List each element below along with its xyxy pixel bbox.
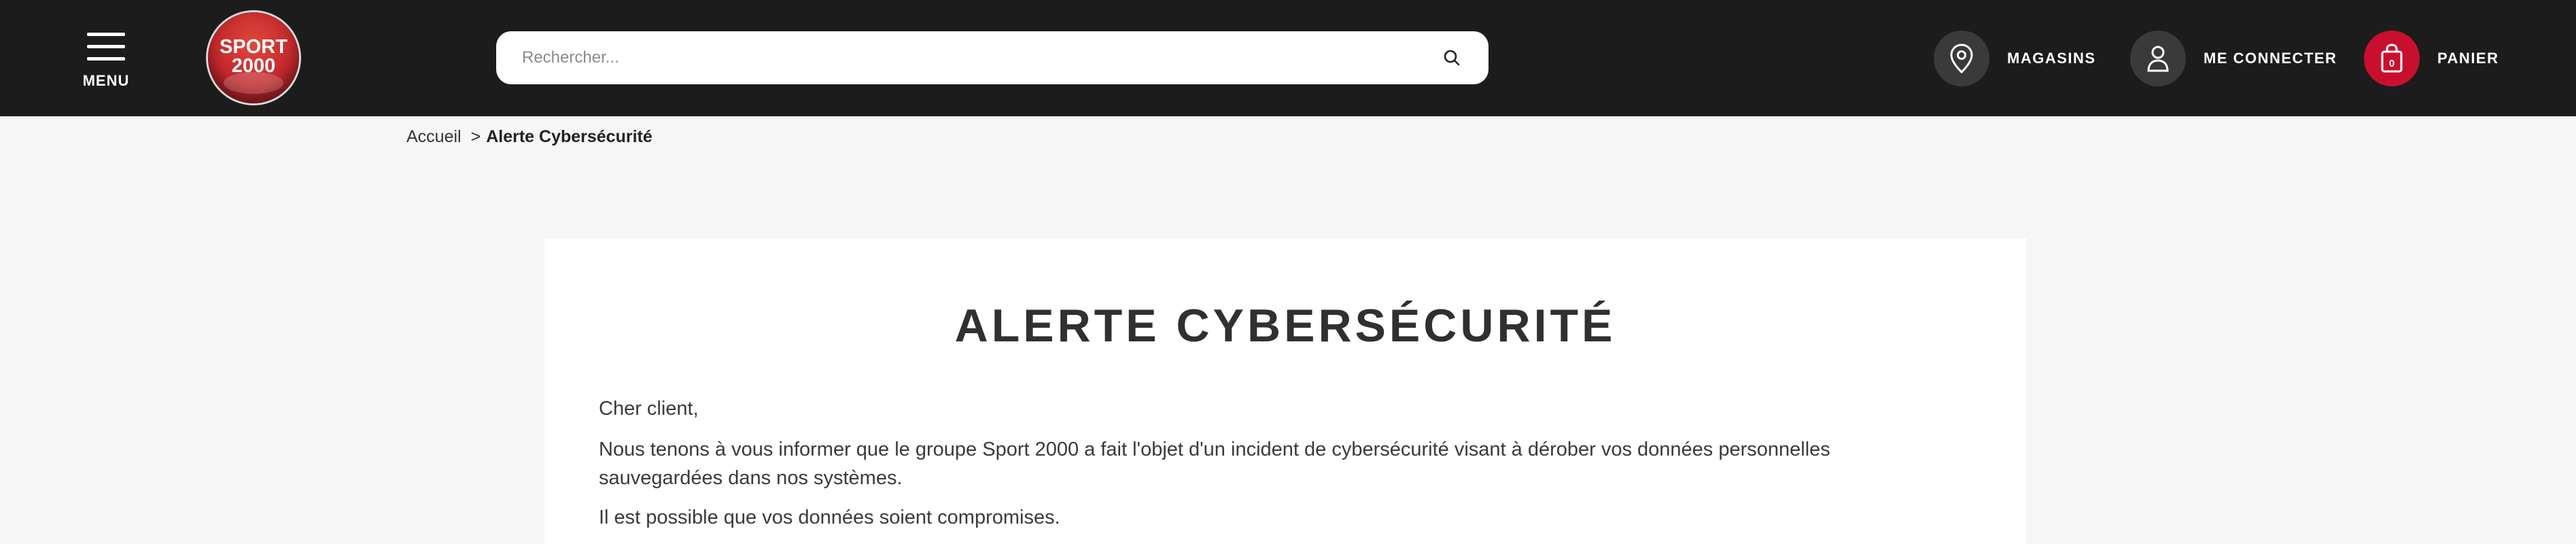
content-card: ALERTE CYBERSÉCURITÉ Cher client, Nous t…: [544, 238, 2026, 544]
breadcrumb-home-link[interactable]: Accueil: [406, 127, 462, 146]
search-icon: [1444, 50, 1460, 66]
site-header: MENU SPORT 2000 MAGASINS: [0, 0, 2576, 116]
breadcrumb-separator: >: [470, 127, 481, 146]
menu-label: MENU: [82, 72, 130, 89]
breadcrumb-current: Alerte Cybersécurité: [486, 127, 652, 146]
stores-icon-circle[interactable]: [1934, 31, 1989, 86]
sport-2000-logo[interactable]: SPORT 2000: [208, 12, 299, 103]
cart-link[interactable]: 0 PANIER: [2364, 30, 2499, 87]
search-bar: [496, 31, 1489, 84]
stores-label: MAGASINS: [2007, 50, 2096, 67]
paragraph-incident: Nous tenons à vous informer que le group…: [599, 439, 1830, 489]
login-link[interactable]: ME CONNECTER: [2130, 30, 2337, 87]
user-icon: [2147, 46, 2169, 72]
cart-count: 0: [2389, 58, 2395, 69]
search-input[interactable]: [521, 48, 1431, 68]
page-title: ALERTE CYBERSÉCURITÉ: [954, 300, 1616, 352]
paragraph-compromise: Il est possible que vos données soient c…: [599, 507, 1060, 528]
logo-text-2000: 2000: [232, 55, 276, 77]
login-icon-circle[interactable]: [2130, 31, 2186, 86]
shopping-bag-icon: 0: [2381, 44, 2403, 73]
hamburger-icon[interactable]: [87, 33, 125, 61]
search-button[interactable]: [1431, 37, 1472, 78]
map-pin-icon: [1950, 44, 1973, 74]
cart-label: PANIER: [2437, 50, 2499, 67]
stores-link[interactable]: MAGASINS: [1934, 30, 2096, 87]
login-label: ME CONNECTER: [2204, 50, 2337, 67]
logo-graphic: SPORT 2000: [220, 36, 288, 94]
breadcrumb: Accueil > Alerte Cybersécurité: [406, 127, 652, 147]
cart-icon-circle[interactable]: 0: [2364, 31, 2420, 86]
paragraph-greeting: Cher client,: [599, 398, 699, 420]
menu-button[interactable]: MENU: [73, 33, 139, 94]
